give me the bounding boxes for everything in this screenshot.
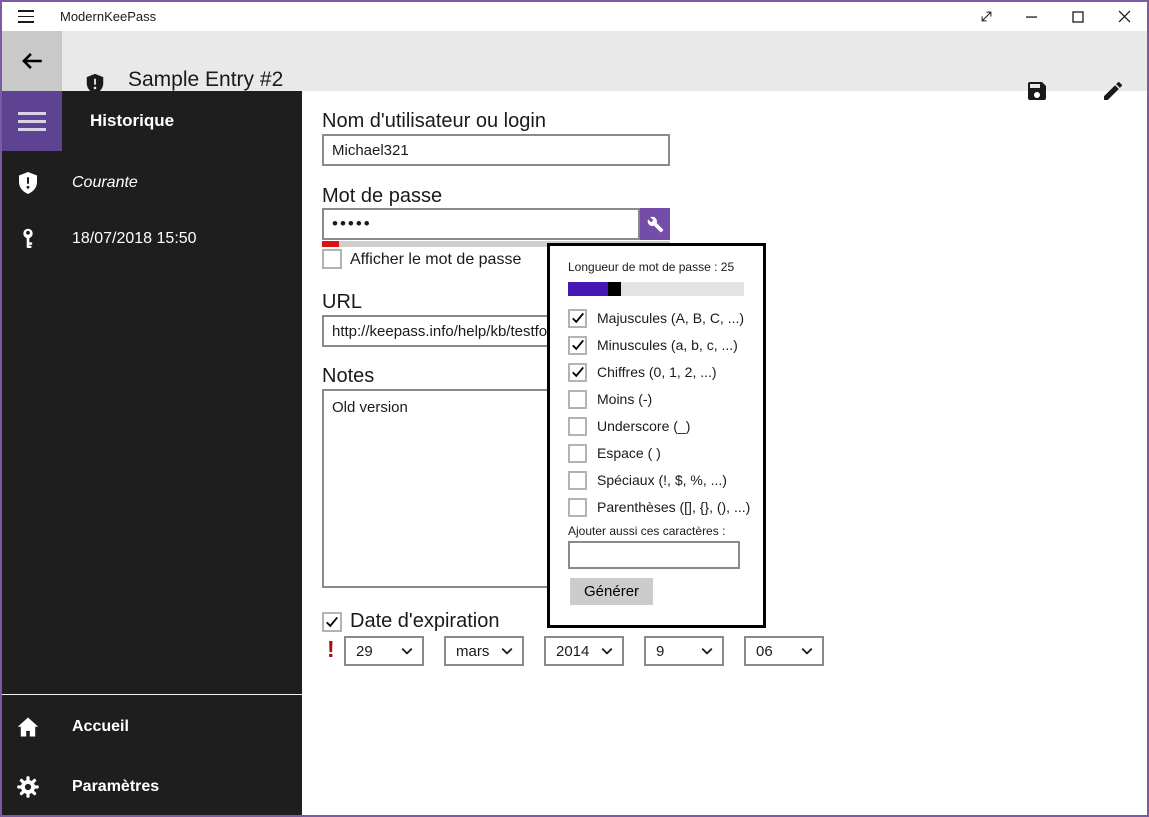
notes-label: Notes (322, 365, 375, 387)
minimize-button[interactable] (1009, 2, 1055, 31)
chevron-down-icon (599, 643, 615, 659)
expiration-month-select[interactable]: mars (444, 636, 524, 666)
sidebar-item-label: Paramètres (72, 778, 160, 795)
title-bar: ModernKeePass (2, 2, 1147, 31)
titlebar-hamburger-icon[interactable] (18, 10, 34, 23)
password-generator-button[interactable] (640, 208, 670, 240)
app-window: ModernKeePass Sample Entry #2 sa (0, 0, 1149, 817)
sidebar-item-label: Accueil (72, 718, 129, 735)
minimize-icon (1026, 15, 1037, 18)
gen-option-row: Chiffres (0, 1, 2, ...) (568, 362, 717, 382)
shield-icon (19, 172, 37, 194)
window-controls (963, 2, 1147, 31)
expired-warning-icon: ! (327, 636, 335, 662)
gen-option-checkbox-3[interactable] (568, 389, 587, 409)
password-length-slider[interactable] (568, 282, 744, 296)
expiration-year-select[interactable]: 2014 (544, 636, 624, 666)
chevron-down-icon (399, 643, 415, 659)
password-strength-fill (322, 241, 339, 247)
back-button[interactable] (2, 31, 62, 91)
show-password-checkbox[interactable] (322, 249, 342, 269)
gen-option-row: Underscore (_) (568, 416, 690, 436)
chevron-down-icon (699, 643, 715, 659)
gen-option-checkbox-4[interactable] (568, 416, 587, 436)
slider-track (621, 282, 744, 296)
gen-option-row: Majuscules (A, B, C, ...) (568, 308, 744, 328)
home-icon (17, 717, 39, 737)
sidebar-heading: Historique (90, 111, 175, 130)
history-item-label: Courante (72, 174, 138, 191)
chevron-down-icon (799, 643, 815, 659)
chevron-down-icon (499, 643, 515, 659)
gear-icon (17, 776, 39, 798)
custom-chars-input[interactable] (568, 541, 740, 569)
save-icon (1028, 82, 1046, 100)
expiration-label: Date d'expiration (350, 610, 500, 632)
show-password-label: Afficher le mot de passe (350, 251, 522, 268)
app-title: ModernKeePass (60, 9, 157, 24)
url-label: URL (322, 291, 363, 313)
custom-chars-label: Ajouter aussi ces caractères : (568, 524, 726, 538)
history-item-label: 18/07/2018 15:50 (72, 230, 197, 247)
slider-thumb[interactable] (608, 282, 621, 296)
gen-option-checkbox-0[interactable] (568, 308, 587, 328)
fullscreen-button[interactable] (963, 2, 1009, 31)
edit-button[interactable] (1099, 77, 1127, 105)
gen-option-checkbox-6[interactable] (568, 470, 587, 490)
entry-header: Sample Entry #2 sample (2, 31, 1147, 115)
gen-option-row: Moins (-) (568, 389, 652, 409)
password-label: Mot de passe (322, 185, 443, 207)
sidebar-hamburger-button[interactable] (2, 91, 62, 151)
expiration-day-select[interactable]: 29 (344, 636, 424, 666)
gen-option-row: Parenthèses ([], {}, (), ...) (568, 497, 750, 517)
close-button[interactable] (1101, 2, 1147, 31)
expiration-checkbox[interactable] (322, 612, 342, 632)
key-icon (23, 228, 33, 248)
pencil-icon (1104, 81, 1123, 100)
gen-option-row: Minuscules (a, b, c, ...) (568, 335, 738, 355)
maximize-icon (1072, 10, 1084, 23)
maximize-button[interactable] (1055, 2, 1101, 31)
close-icon (1118, 10, 1130, 23)
wrench-icon (647, 216, 663, 232)
username-label: Nom d'utilisateur ou login (322, 110, 546, 132)
history-sidebar: Historique Courante 18/07/2018 15:50 Acc… (2, 91, 302, 815)
username-input[interactable] (322, 134, 670, 166)
history-item-current[interactable]: Courante (2, 161, 302, 205)
password-generator-popup: Longueur de mot de passe : 25 Majuscules… (547, 243, 766, 628)
password-input[interactable] (322, 208, 640, 240)
gen-option-row: Spéciaux (!, $, %, ...) (568, 470, 727, 490)
entry-title: Sample Entry #2 (128, 68, 284, 91)
password-length-label: Longueur de mot de passe : 25 (568, 260, 735, 274)
slider-fill (568, 282, 608, 296)
expiration-hour-select[interactable]: 9 (644, 636, 724, 666)
gen-option-checkbox-7[interactable] (568, 497, 587, 517)
sidebar-divider (2, 694, 302, 695)
sidebar-item-home[interactable]: Accueil (2, 705, 302, 749)
sidebar-item-settings[interactable]: Paramètres (2, 765, 302, 809)
back-arrow-icon (22, 53, 42, 69)
gen-option-checkbox-5[interactable] (568, 443, 587, 463)
gen-option-checkbox-2[interactable] (568, 362, 587, 382)
gen-option-checkbox-1[interactable] (568, 335, 587, 355)
generate-button[interactable]: Générer (570, 578, 654, 605)
history-item-version[interactable]: 18/07/2018 15:50 (2, 217, 302, 261)
expiration-minute-select[interactable]: 06 (744, 636, 824, 666)
gen-option-row: Espace ( ) (568, 443, 661, 463)
save-button[interactable] (1023, 77, 1051, 105)
diagonal-resize-icon (981, 11, 991, 22)
